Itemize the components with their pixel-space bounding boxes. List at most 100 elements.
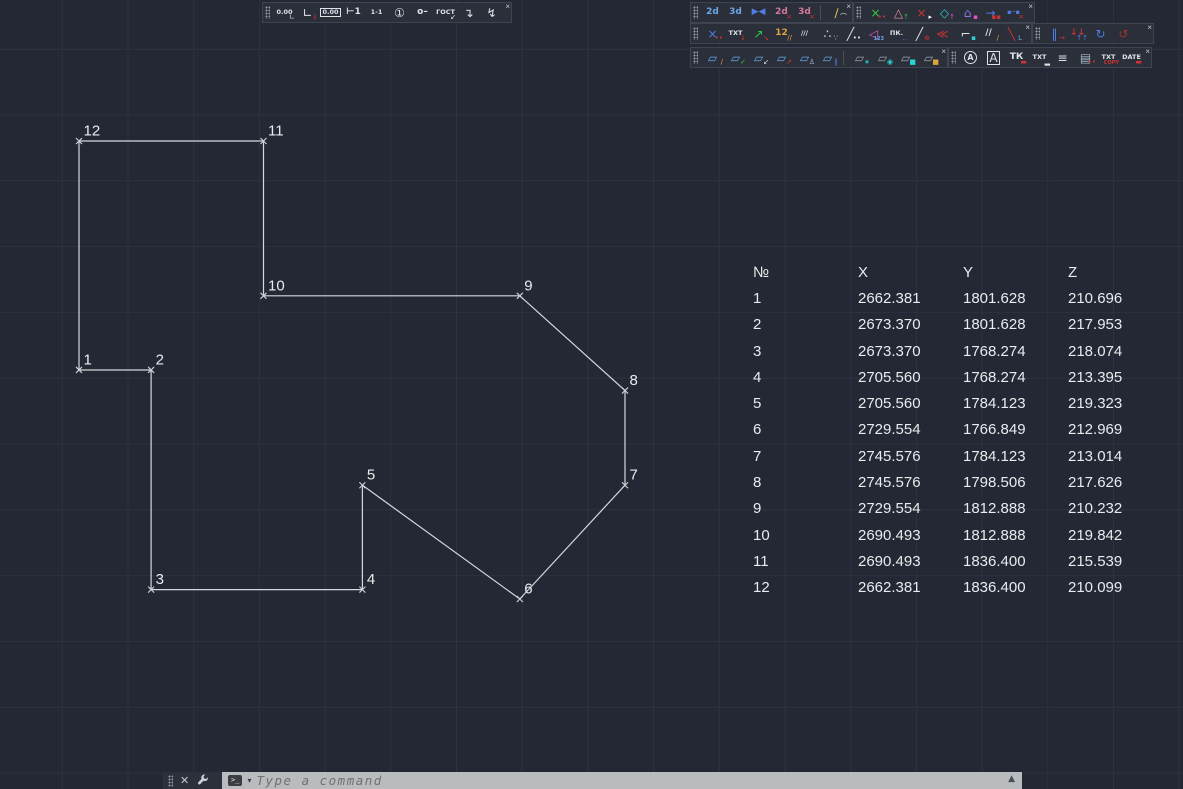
drawing-canvas[interactable]: 123456789101112 №XYZ12662.3811801.628210… bbox=[0, 0, 1183, 789]
grip-handle[interactable] bbox=[693, 27, 698, 40]
column-header: Y bbox=[963, 264, 1068, 281]
layer-pause-icon[interactable]: ▱‖ bbox=[817, 49, 838, 66]
scroll-up-icon[interactable]: ▲ bbox=[1008, 775, 1015, 784]
close-toolbar-icon[interactable]: × bbox=[845, 2, 852, 12]
date-icon[interactable]: DATE▬ bbox=[1121, 49, 1142, 66]
wrench-icon[interactable] bbox=[196, 774, 209, 787]
grip-handle[interactable] bbox=[856, 6, 861, 19]
grip-handle[interactable] bbox=[265, 6, 270, 19]
chevron-down-icon[interactable]: ▾ bbox=[247, 776, 251, 785]
grip-handle[interactable] bbox=[951, 51, 956, 64]
table-cell: 2 bbox=[753, 316, 858, 333]
benchmark-line-icon[interactable]: ╱⊕ bbox=[909, 25, 930, 42]
rotate-cw-icon[interactable]: ↻ bbox=[1090, 25, 1111, 42]
close-icon[interactable]: ✕ bbox=[180, 775, 189, 786]
frame-letter-icon[interactable]: A bbox=[983, 49, 1004, 66]
view-3d-icon[interactable]: 3d bbox=[725, 4, 746, 21]
vertex-label: 3 bbox=[156, 571, 164, 588]
command-input[interactable]: >_ ▾ Type a command ▲ bbox=[222, 772, 1022, 789]
node-leader-icon[interactable]: o– bbox=[412, 4, 433, 21]
table-cell: 1768.274 bbox=[963, 369, 1068, 386]
flip-edge-icon[interactable]: ◇↑ bbox=[934, 4, 955, 21]
layer-arrow-out-icon[interactable]: ▱↗ bbox=[771, 49, 792, 66]
hatch-edit-icon[interactable]: ∕∕∕ bbox=[978, 25, 999, 42]
picket-label-icon[interactable]: ПК.‥ bbox=[886, 25, 907, 42]
layer-edit-icon[interactable]: ▱∕ bbox=[702, 49, 723, 66]
toolbar-text-labels: AAТК▬ТХТ▂≡▤••TXTCOPYDATE▬× bbox=[948, 47, 1152, 68]
profile-corner-icon[interactable]: ⌐▪ bbox=[955, 25, 976, 42]
updown-arrows-icon[interactable]: ↓↓↑↑ bbox=[1067, 25, 1088, 42]
elevation-mark-icon[interactable]: 0.00∟ bbox=[274, 4, 295, 21]
surface-triangle-icon[interactable]: △↑ bbox=[888, 4, 909, 21]
grip-handle[interactable] bbox=[693, 51, 698, 64]
toolbar-annotation: 0.00∟∟↓0.00⊢11-1①o–ГОСТ↙↴↯× bbox=[262, 2, 512, 23]
layer-arrow-in-icon[interactable]: ▱↙ bbox=[748, 49, 769, 66]
layer-check-icon[interactable]: ▱✓ bbox=[725, 49, 746, 66]
segment-points-icon[interactable]: ╱•• bbox=[840, 25, 861, 42]
convert-2d-to-3d-icon[interactable]: 3d× bbox=[794, 4, 815, 21]
triangle-fan-icon[interactable]: ◁123 bbox=[863, 25, 884, 42]
vertex-label: 7 bbox=[630, 467, 638, 484]
layer-freeze-icon[interactable]: ▱∗ bbox=[849, 49, 870, 66]
slope-count-icon[interactable]: 12∕∕ bbox=[771, 25, 792, 42]
table-cell: 12 bbox=[753, 579, 858, 596]
sketch-pencil-icon[interactable]: ∕⌒ bbox=[826, 4, 847, 21]
layer-person-icon[interactable]: ▱♙ bbox=[794, 49, 815, 66]
direction-arrows-icon[interactable]: ↗↘ bbox=[748, 25, 769, 42]
gost-leader-icon[interactable]: ГОСТ↙ bbox=[435, 4, 456, 21]
position-leader-icon[interactable]: ⊢1 bbox=[343, 4, 364, 21]
section-mark-icon[interactable]: 1-1 bbox=[366, 4, 387, 21]
table-cell: 11 bbox=[753, 553, 858, 570]
table-cell: 2705.560 bbox=[858, 369, 963, 386]
table-cell: 218.074 bbox=[1068, 343, 1173, 360]
parallel-lines-icon[interactable]: /// bbox=[794, 25, 815, 42]
grip-handle[interactable] bbox=[693, 6, 698, 19]
layer-unlock-icon[interactable]: ▱■ bbox=[918, 49, 939, 66]
close-toolbar-icon[interactable]: × bbox=[1024, 23, 1031, 33]
close-toolbar-icon[interactable]: × bbox=[1027, 2, 1034, 12]
copy-text-icon[interactable]: TXTCOPY bbox=[1098, 49, 1119, 66]
chevrons-icon[interactable]: ≪ bbox=[932, 25, 953, 42]
clipboard-icon[interactable]: ▤•• bbox=[1075, 49, 1096, 66]
close-toolbar-icon[interactable]: × bbox=[940, 47, 947, 57]
view-2d-icon[interactable]: 2d bbox=[702, 4, 723, 21]
grip-handle[interactable] bbox=[168, 775, 173, 787]
points-chain-icon[interactable]: ∴∵ bbox=[817, 25, 838, 42]
table-cell: 217.953 bbox=[1068, 316, 1173, 333]
auto-letter-icon[interactable]: A bbox=[960, 49, 981, 66]
table-cell: 2662.381 bbox=[858, 579, 963, 596]
layer-light-icon[interactable]: ▱◉ bbox=[872, 49, 893, 66]
table-cell: 2673.370 bbox=[858, 343, 963, 360]
delete-point-icon[interactable]: ×▸ bbox=[911, 4, 932, 21]
close-toolbar-icon[interactable]: × bbox=[1146, 23, 1153, 33]
broken-leader-icon[interactable]: ↴ bbox=[458, 4, 479, 21]
tk-label-icon[interactable]: ТК▬ bbox=[1006, 49, 1027, 66]
rotate-ccw-icon[interactable]: ↺ bbox=[1113, 25, 1134, 42]
zigzag-leader-icon[interactable]: ↯ bbox=[481, 4, 502, 21]
crossing-lines-icon[interactable]: ×•• bbox=[702, 25, 723, 42]
profile-line-icon[interactable]: →▪▪ bbox=[980, 4, 1001, 21]
command-bar: ✕ >_ ▾ Type a command ▲ bbox=[163, 772, 1022, 789]
close-toolbar-icon[interactable]: × bbox=[1144, 47, 1151, 57]
node-number-icon[interactable]: ① bbox=[389, 4, 410, 21]
contour-polygon-icon[interactable]: ⌂▪ bbox=[957, 4, 978, 21]
label-txt-icon[interactable]: ТХТ↓ bbox=[725, 25, 746, 42]
length-line-icon[interactable]: ╲L bbox=[1001, 25, 1022, 42]
level-frame-icon[interactable]: 0.00 bbox=[320, 4, 341, 21]
posts-shift-icon[interactable]: ‖→ bbox=[1044, 25, 1065, 42]
parcel-polyline[interactable] bbox=[79, 141, 625, 599]
table-cell: 1784.123 bbox=[963, 395, 1068, 412]
command-prompt-icon[interactable]: >_ bbox=[228, 775, 242, 786]
link-views-icon[interactable]: ▶◀ bbox=[748, 4, 769, 21]
table-row: 102690.4931812.888219.842 bbox=[753, 522, 1173, 548]
points-cross-icon[interactable]: ×•• bbox=[865, 4, 886, 21]
layer-lock-icon[interactable]: ▱■ bbox=[895, 49, 916, 66]
convert-3d-to-2d-icon[interactable]: 2d× bbox=[771, 4, 792, 21]
text-align-icon[interactable]: ≡ bbox=[1052, 49, 1073, 66]
txt-size-icon[interactable]: ТХТ▂ bbox=[1029, 49, 1050, 66]
close-toolbar-icon[interactable]: × bbox=[504, 2, 511, 12]
toolbar-surface-edit: ×••△↑×▸◇↑⌂▪→▪▪▪─▪×× bbox=[853, 2, 1035, 23]
elevation-link-icon[interactable]: ∟↓ bbox=[297, 4, 318, 21]
points-segment-icon[interactable]: ▪─▪× bbox=[1003, 4, 1024, 21]
grip-handle[interactable] bbox=[1035, 27, 1040, 40]
